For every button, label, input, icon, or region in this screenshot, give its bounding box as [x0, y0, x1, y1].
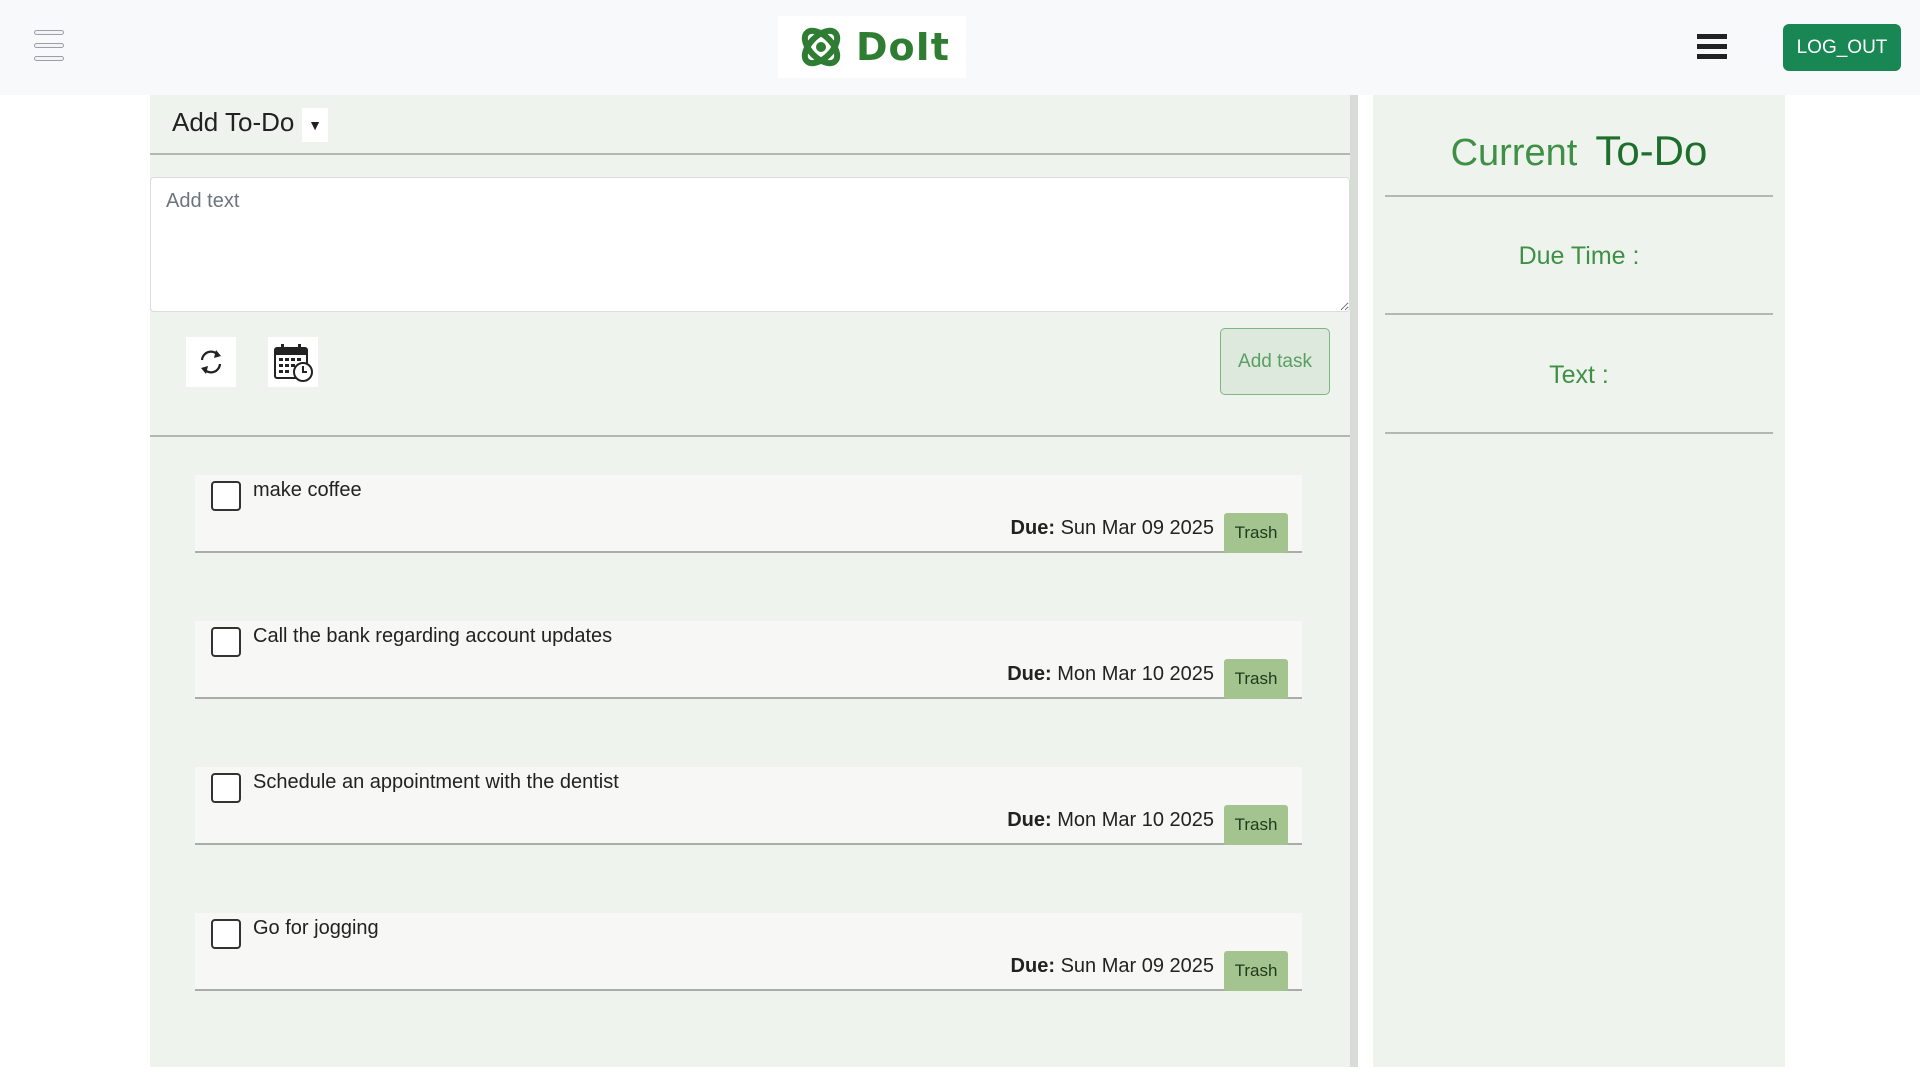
due-date: Mon Mar 10 2025: [1057, 663, 1214, 685]
add-todo-title: Add To-Do: [172, 107, 295, 137]
trash-button[interactable]: Trash: [1224, 659, 1288, 699]
calendar-clock-icon[interactable]: [268, 337, 318, 387]
due-label: Due:: [1010, 517, 1055, 539]
due-label: Due:: [1007, 663, 1052, 685]
task-due: Due: Mon Mar 10 2025: [1007, 663, 1214, 686]
task-text-input[interactable]: [150, 177, 1350, 312]
task-checkbox[interactable]: [211, 481, 241, 511]
top-navbar: DoIt LOG_OUT: [0, 0, 1920, 95]
logo-text: DoIt: [856, 25, 950, 69]
add-todo-header: Add To-Do ▼: [150, 95, 1350, 155]
due-date: Sun Mar 09 2025: [1060, 955, 1214, 977]
task-due: Due: Mon Mar 10 2025: [1007, 809, 1214, 832]
current-todo-title: Current To-Do: [1373, 127, 1785, 175]
task-text: Call the bank regarding account updates: [253, 625, 613, 647]
add-todo-dropdown-icon[interactable]: ▼: [302, 108, 328, 142]
current-title-word1: Current: [1450, 132, 1578, 174]
due-date: Sun Mar 09 2025: [1060, 517, 1214, 539]
task-text: make coffee: [253, 479, 362, 501]
task-text: Schedule an appointment with the dentist: [253, 771, 619, 793]
task-toolbar: Add task: [150, 312, 1350, 437]
add-task-button[interactable]: Add task: [1220, 328, 1330, 395]
hamburger-icon[interactable]: [1697, 32, 1727, 62]
panel-divider: [1350, 95, 1358, 1067]
task-item: Go for jogging Due: Sun Mar 09 2025 Tras…: [195, 913, 1302, 991]
due-label: Due:: [1007, 809, 1052, 831]
app-logo: DoIt: [778, 16, 966, 78]
current-title-word2: To-Do: [1595, 127, 1708, 174]
task-item: Call the bank regarding account updates …: [195, 621, 1302, 699]
task-checkbox[interactable]: [211, 627, 241, 657]
due-label: Due:: [1010, 955, 1055, 977]
task-item: make coffee Due: Sun Mar 09 2025 Trash: [195, 475, 1302, 553]
trash-button[interactable]: Trash: [1224, 513, 1288, 553]
divider: [1385, 313, 1773, 315]
add-todo-panel: Add To-Do ▼ Add text Add task make coffe…: [150, 95, 1350, 1067]
divider: [1385, 432, 1773, 434]
task-checkbox[interactable]: [211, 773, 241, 803]
due-time-label: Due Time :: [1518, 242, 1640, 270]
trash-button[interactable]: Trash: [1224, 951, 1288, 991]
repeat-icon[interactable]: [186, 337, 236, 387]
task-due: Due: Sun Mar 09 2025: [1011, 517, 1214, 540]
logout-button[interactable]: LOG_OUT: [1783, 24, 1901, 71]
current-todo-panel: Current To-Do Due Time : Text :: [1373, 95, 1785, 1067]
trash-button[interactable]: Trash: [1224, 805, 1288, 845]
task-text: Go for jogging: [253, 917, 379, 939]
text-label: Text :: [1549, 361, 1609, 389]
task-item: Schedule an appointment with the dentist…: [195, 767, 1302, 845]
task-checkbox[interactable]: [211, 919, 241, 949]
task-due: Due: Sun Mar 09 2025: [1011, 955, 1214, 978]
due-date: Mon Mar 10 2025: [1057, 809, 1214, 831]
logo-icon: [801, 27, 841, 67]
divider: [1385, 195, 1773, 197]
menu-toggle-icon[interactable]: [30, 28, 70, 66]
